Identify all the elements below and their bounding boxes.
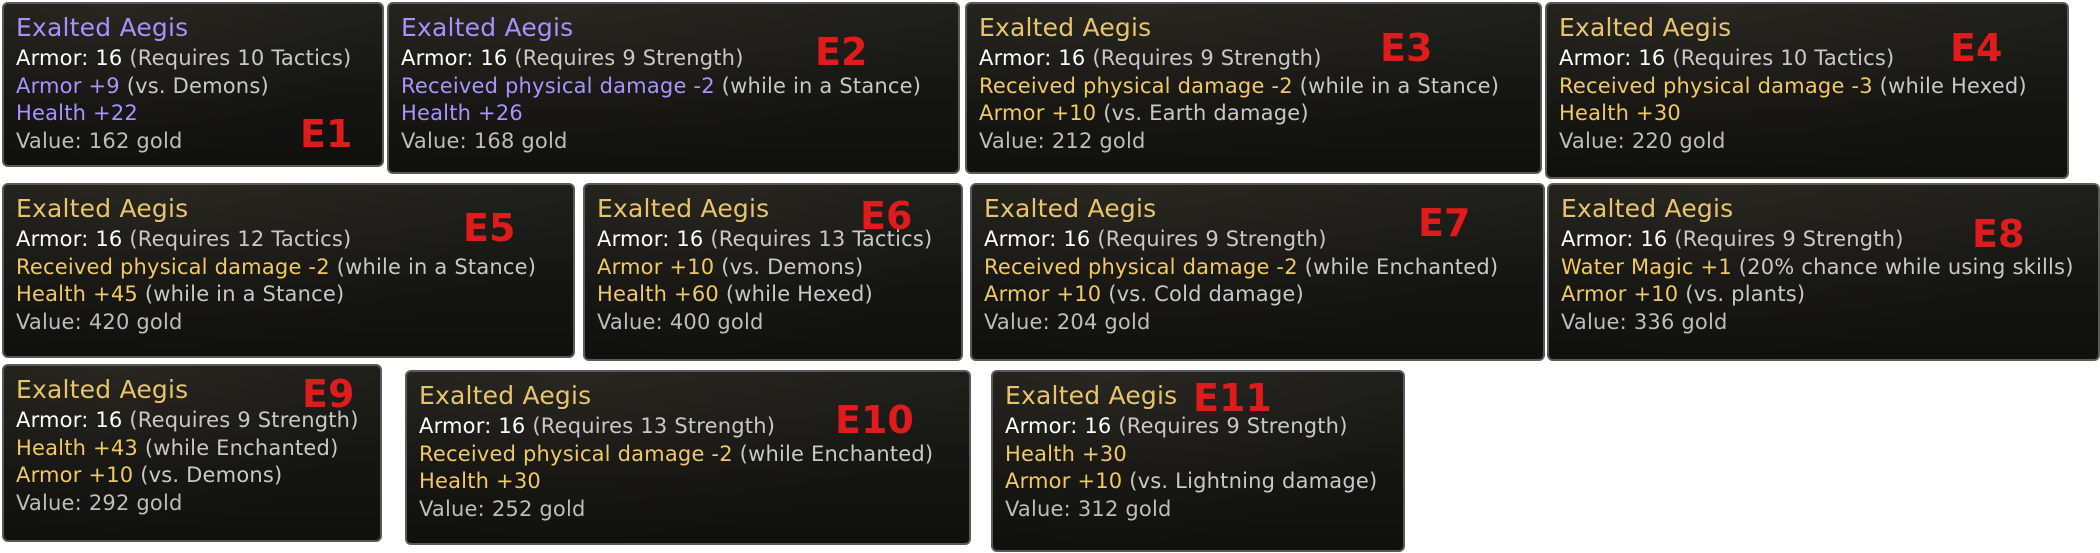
mod-2-condition: (while Hexed) <box>725 282 873 307</box>
tooltip-label-e5: E5 <box>463 206 516 250</box>
item-value: Value: 312 gold <box>1005 496 1172 521</box>
tooltip-label-e8: E8 <box>1972 212 2025 256</box>
mod-2: Armor +10 <box>1005 469 1123 494</box>
mod-2-condition: (vs. Earth damage) <box>1103 101 1309 126</box>
item-title: Exalted Aegis <box>979 13 1152 42</box>
mod-2-condition: (vs. plants) <box>1685 282 1806 307</box>
item-title: Exalted Aegis <box>16 13 189 42</box>
mod-1: Received physical damage -2 <box>984 254 1298 279</box>
mod-1: Health +43 <box>16 435 138 460</box>
mod-1-condition: (while in a Stance) <box>721 73 922 98</box>
requirement: (Requires 13 Strength) <box>532 414 776 438</box>
requirement: (Requires 10 Tactics) <box>1672 46 1895 70</box>
armor-stat: Armor: 16 <box>16 227 123 251</box>
mod-1: Armor +9 <box>16 73 120 98</box>
tooltip-label-e6: E6 <box>860 194 913 238</box>
item-tooltip-e3: Exalted Aegis Armor: 16 (Requires 9 Stre… <box>965 2 1542 174</box>
mod-1-condition: (while Enchanted) <box>144 435 339 460</box>
mod-2: Health +60 <box>597 282 719 307</box>
tooltip-label-e9: E9 <box>302 372 355 416</box>
mod-2-condition: (while in a Stance) <box>144 282 345 307</box>
mod-1: Received physical damage -2 <box>419 441 733 466</box>
item-value: Value: 400 gold <box>597 309 764 334</box>
item-value: Value: 252 gold <box>419 496 586 521</box>
mod-2: Health +45 <box>16 282 138 307</box>
requirement: (Requires 9 Strength) <box>514 46 744 70</box>
armor-stat: Armor: 16 <box>401 46 508 70</box>
item-value: Value: 292 gold <box>16 490 183 515</box>
mod-1-condition: (while Enchanted) <box>1304 254 1499 279</box>
tooltip-label-e4: E4 <box>1950 26 2003 70</box>
item-title: Exalted Aegis <box>401 13 574 42</box>
tooltip-label-e1: E1 <box>300 112 353 156</box>
mod-1: Water Magic +1 <box>1561 254 1732 279</box>
item-value: Value: 220 gold <box>1559 128 1726 153</box>
mod-1: Received physical damage -2 <box>401 73 715 98</box>
tooltip-label-e7: E7 <box>1418 201 1471 245</box>
armor-stat: Armor: 16 <box>979 46 1086 70</box>
mod-1-condition: (20% chance while using skills) <box>1738 254 2074 279</box>
requirement: (Requires 9 Strength) <box>1674 227 1904 251</box>
tooltip-label-e11: E11 <box>1193 376 1272 420</box>
mod-2-condition: (vs. Cold damage) <box>1108 282 1304 307</box>
item-value: Value: 168 gold <box>401 128 568 153</box>
mod-1-condition: (while Enchanted) <box>739 441 934 466</box>
mod-2-condition: (vs. Demons) <box>140 463 283 488</box>
tooltip-label-e2: E2 <box>815 30 868 74</box>
tooltip-label-e10: E10 <box>835 398 914 442</box>
armor-stat: Armor: 16 <box>419 414 526 438</box>
mod-2: Armor +10 <box>984 282 1102 307</box>
mod-2: Armor +10 <box>16 463 134 488</box>
mod-1-condition: (vs. Demons) <box>721 254 864 279</box>
mod-2-condition: (vs. Lightning damage) <box>1129 469 1378 494</box>
item-tooltip-e10: Exalted Aegis Armor: 16 (Requires 13 Str… <box>405 370 971 545</box>
armor-stat: Armor: 16 <box>1005 414 1112 438</box>
armor-stat: Armor: 16 <box>1561 227 1668 251</box>
mod-2: Health +22 <box>16 101 138 126</box>
mod-1: Received physical damage -2 <box>16 254 330 279</box>
mod-1: Received physical damage -3 <box>1559 73 1873 98</box>
requirement: (Requires 9 Strength) <box>1092 46 1322 70</box>
armor-stat: Armor: 16 <box>1559 46 1666 70</box>
item-value: Value: 336 gold <box>1561 309 1728 334</box>
armor-stat: Armor: 16 <box>597 227 704 251</box>
mod-1: Received physical damage -2 <box>979 73 1293 98</box>
item-value: Value: 420 gold <box>16 309 183 334</box>
item-value: Value: 204 gold <box>984 309 1151 334</box>
item-value: Value: 212 gold <box>979 128 1146 153</box>
armor-stat: Armor: 16 <box>16 408 123 432</box>
mod-1-condition: (vs. Demons) <box>126 73 269 98</box>
mod-1-condition: (while in a Stance) <box>1299 73 1500 98</box>
mod-1-condition: (while in a Stance) <box>336 254 537 279</box>
mod-2: Health +26 <box>401 101 523 126</box>
mod-2: Health +30 <box>1559 101 1681 126</box>
requirement: (Requires 9 Strength) <box>1097 227 1327 251</box>
mod-1: Armor +10 <box>597 254 715 279</box>
mod-1-condition: (while Hexed) <box>1879 73 2027 98</box>
item-tooltip-e8: Exalted Aegis Armor: 16 (Requires 9 Stre… <box>1547 183 2100 361</box>
armor-stat: Armor: 16 <box>16 46 123 70</box>
requirement: (Requires 10 Tactics) <box>129 46 352 70</box>
mod-1: Health +30 <box>1005 441 1127 466</box>
requirement: (Requires 12 Tactics) <box>129 227 352 251</box>
mod-2: Health +30 <box>419 469 541 494</box>
item-tooltip-e2: Exalted Aegis Armor: 16 (Requires 9 Stre… <box>387 2 960 174</box>
mod-2: Armor +10 <box>1561 282 1679 307</box>
armor-stat: Armor: 16 <box>984 227 1091 251</box>
tooltip-label-e3: E3 <box>1380 26 1433 70</box>
mod-2: Armor +10 <box>979 101 1097 126</box>
